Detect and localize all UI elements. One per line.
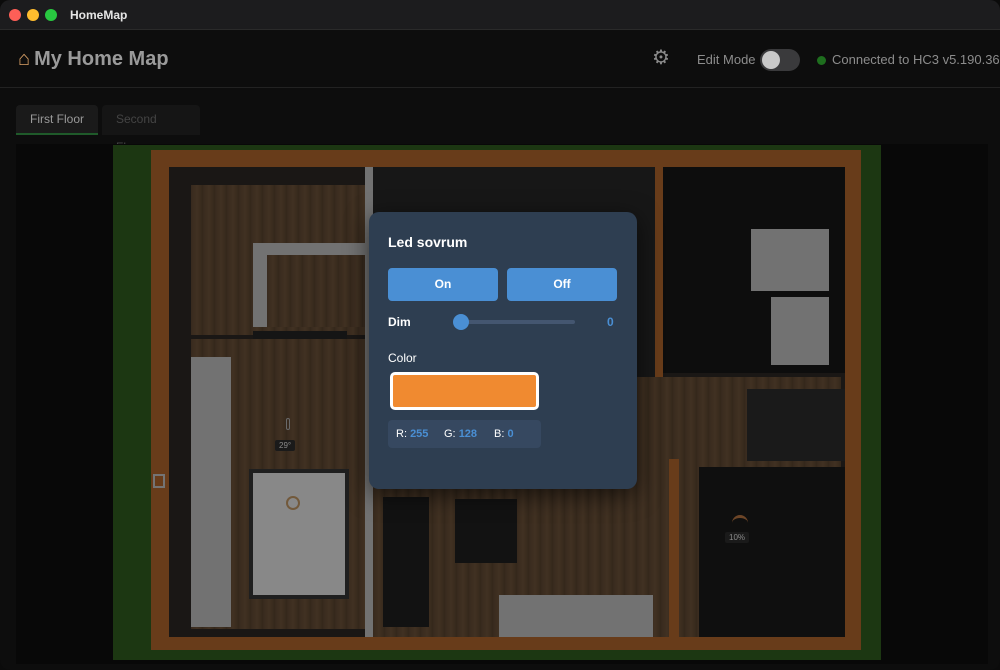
close-window-button[interactable]	[9, 9, 21, 21]
connection-status-text: Connected to HC3 v5.190.36	[832, 52, 1000, 67]
edit-mode-toggle[interactable]	[760, 49, 800, 71]
r-readout: R: 255	[396, 428, 428, 440]
popup-title: Led sovrum	[388, 234, 468, 250]
toggle-knob	[762, 51, 780, 69]
color-label: Color	[388, 351, 417, 365]
app-window: HomeMap ⌂ My Home Map ⚙ Edit Mode Connect…	[0, 0, 1000, 670]
device-popup: Led sovrum On Off Dim 0 Color R: 255 G: …	[369, 212, 637, 489]
app-title-text: My Home Map	[34, 48, 169, 70]
tab-first-floor[interactable]: First Floor	[16, 105, 98, 135]
b-readout: B: 0	[494, 428, 514, 440]
gear-icon[interactable]: ⚙	[650, 47, 672, 69]
r-value: 255	[410, 428, 429, 440]
app-title: ⌂ My Home Map	[18, 48, 169, 71]
window-title: HomeMap	[70, 8, 128, 22]
dim-label: Dim	[388, 315, 411, 329]
color-picker-swatch[interactable]	[390, 372, 539, 410]
titlebar: HomeMap	[0, 0, 1000, 30]
dim-slider[interactable]	[453, 314, 575, 330]
edit-mode-label: Edit Mode	[697, 52, 756, 67]
app-header: ⌂ My Home Map ⚙ Edit Mode Connected to HC…	[0, 30, 1000, 88]
zoom-window-button[interactable]	[45, 9, 57, 21]
rgb-readout: R: 255 G: 128 B: 0	[388, 420, 541, 448]
tab-second-floor[interactable]: Second Floor	[102, 105, 200, 154]
minimize-window-button[interactable]	[27, 9, 39, 21]
g-label: G:	[444, 428, 456, 440]
house-icon: ⌂	[18, 48, 31, 70]
b-label: B:	[494, 428, 505, 440]
b-value: 0	[507, 428, 514, 440]
g-readout: G: 128	[444, 428, 477, 440]
on-button[interactable]: On	[388, 268, 498, 301]
g-value: 128	[458, 428, 478, 440]
connection-status-dot	[817, 56, 826, 65]
off-button[interactable]: Off	[507, 268, 617, 301]
dim-value: 0	[607, 315, 614, 329]
dim-slider-thumb[interactable]	[453, 314, 469, 330]
r-label: R:	[396, 428, 407, 440]
